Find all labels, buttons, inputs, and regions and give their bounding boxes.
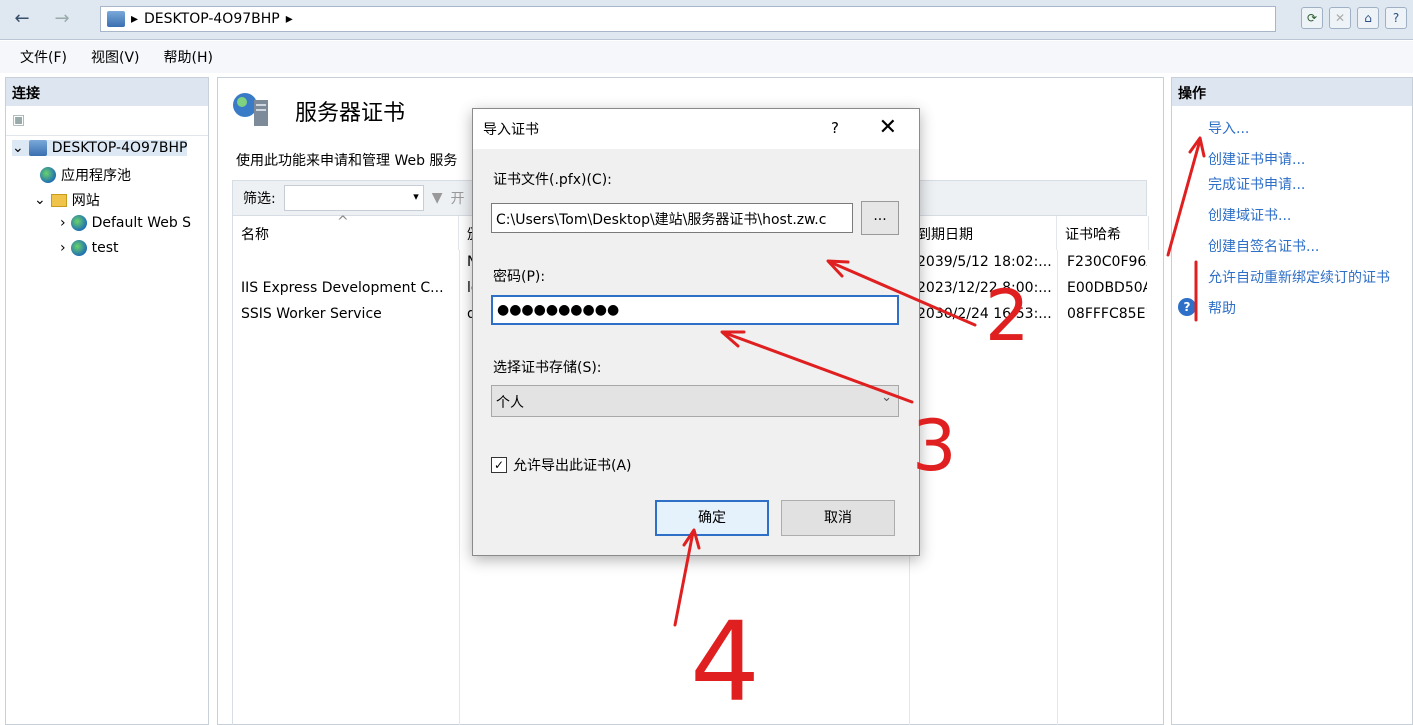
dialog-title: 导入证书 [483, 122, 539, 138]
page-description: 使用此功能来申请和管理 Web 服务 [236, 153, 458, 169]
dropdown-icon[interactable]: ▾ [413, 190, 419, 203]
file-label: 证书文件(.pfx)(C): [493, 172, 612, 188]
action-allow-rebind[interactable]: 允许自动重新绑定续订的证书 [1208, 267, 1390, 287]
chevron-right-icon: ▸ [285, 11, 293, 27]
tree-item-sites[interactable]: ⌄ 网站 [34, 190, 100, 210]
table-cell[interactable]: SSIS Worker Service [241, 306, 455, 322]
menu-help[interactable]: 帮助(H) [164, 47, 213, 67]
allow-export-checkbox[interactable]: ✓ [491, 457, 507, 473]
menu-bar: 文件(F) 视图(V) 帮助(H) [0, 41, 1413, 73]
actions-panel: 操作 导入... 创建证书申请... 完成证书申请... 创建域证书... 创建… [1171, 77, 1413, 725]
action-help[interactable]: 帮助 [1208, 298, 1236, 318]
table-cell: 2030/2/24 16:53:... [917, 306, 1052, 322]
action-complete-request[interactable]: 完成证书申请... [1208, 174, 1305, 194]
table-cell[interactable]: IIS Express Development C... [241, 280, 455, 296]
connections-title: 连接 [6, 78, 208, 106]
filter-go-icon[interactable]: ▼ [432, 190, 443, 206]
filter-input[interactable]: ▾ [283, 185, 424, 211]
globe-icon [70, 215, 87, 231]
password-label: 密码(P): [493, 269, 546, 285]
tree-label: Default Web S [91, 215, 192, 231]
back-button[interactable]: ← [4, 6, 40, 32]
tree-item-test[interactable]: › test [60, 240, 119, 256]
app-pool-icon [40, 167, 56, 183]
chevron-right-icon[interactable]: › [60, 240, 66, 256]
action-create-self-signed[interactable]: 创建自签名证书... [1208, 236, 1319, 256]
actions-title: 操作 [1172, 78, 1412, 106]
tree-label: DESKTOP-4O97BHP [51, 140, 188, 156]
page-title: 服务器证书 [295, 101, 406, 126]
connect-icon[interactable]: ▣ [12, 112, 25, 128]
refresh-icon[interactable]: ⟳ [1301, 7, 1323, 29]
expand-icon[interactable]: ⌄ [34, 192, 46, 208]
column-header-expiry[interactable]: 到期日期 [909, 216, 1057, 250]
tree-label: 网站 [71, 193, 100, 209]
address-segment[interactable]: DESKTOP-4O97BHP [144, 11, 280, 27]
column-header-hash[interactable]: 证书哈希 [1057, 216, 1149, 250]
table-cell: F230C0F96A [1067, 254, 1147, 270]
import-certificate-dialog: 导入证书 ? ✕ 证书文件(.pfx)(C): C:\Users\Tom\Des… [472, 108, 920, 556]
help-icon: ? [1178, 298, 1196, 316]
column-divider [459, 250, 460, 725]
menu-view[interactable]: 视图(V) [91, 47, 140, 67]
menu-file[interactable]: 文件(F) [20, 47, 67, 67]
expand-icon[interactable]: ⌄ [12, 140, 24, 156]
home-icon[interactable]: ⌂ [1357, 7, 1379, 29]
store-label: 选择证书存储(S): [493, 360, 602, 376]
allow-export-row[interactable]: ✓ 允许导出此证书(A) [491, 455, 632, 475]
tree-item-default-site[interactable]: › Default Web S [60, 215, 191, 231]
ok-button[interactable]: 确定 [655, 500, 769, 536]
dialog-help-button[interactable]: ? [831, 119, 839, 137]
help-icon[interactable]: ? [1385, 7, 1407, 29]
folder-icon [50, 193, 67, 207]
chevron-right-icon: ▸ [131, 11, 139, 27]
tree-item-app-pools[interactable]: 应用程序池 [40, 165, 131, 185]
dialog-close-button[interactable]: ✕ [879, 115, 897, 140]
action-import[interactable]: 导入... [1208, 118, 1249, 138]
store-value: 个人 [496, 395, 524, 411]
table-cell: 2039/5/12 18:02:... [917, 254, 1052, 270]
server-icon [107, 11, 125, 27]
chevron-right-icon[interactable]: › [60, 215, 66, 231]
column-label: 名称 [241, 227, 269, 243]
connections-panel: 连接 ▣ ⌄ DESKTOP-4O97BHP 应用程序池 ⌄ 网站 › Defa… [5, 77, 209, 725]
chevron-down-icon: ⌄ [881, 390, 892, 405]
certificate-file-input[interactable]: C:\Users\Tom\Desktop\建站\服务器证书\host.zw.c [491, 203, 853, 233]
filter-go-button[interactable]: 开 [451, 188, 465, 208]
action-create-request[interactable]: 创建证书申请... [1208, 149, 1305, 169]
tree-item-server[interactable]: ⌄ DESKTOP-4O97BHP [12, 140, 188, 156]
server-icon [28, 140, 47, 156]
browse-button[interactable]: ... [861, 201, 899, 235]
allow-export-label: 允许导出此证书(A) [513, 458, 632, 474]
globe-icon [70, 240, 87, 256]
certificate-server-icon [233, 93, 268, 126]
table-cell: 08FFFC85E1 [1067, 306, 1147, 322]
password-input[interactable]: ●●●●●●●●●● [491, 295, 899, 325]
column-divider [1057, 250, 1058, 725]
address-bar[interactable]: ▸ DESKTOP-4O97BHP ▸ [100, 6, 1276, 32]
table-cell: E00DBD50A [1067, 280, 1147, 296]
forward-button[interactable]: → [44, 6, 80, 32]
table-cell: 2023/12/22 8:00:... [917, 280, 1052, 296]
tree-label: 应用程序池 [61, 168, 131, 184]
address-toolbar: ← → ▸ DESKTOP-4O97BHP ▸ ⟳ ✕ ⌂ ? [0, 0, 1413, 40]
dialog-titlebar: 导入证书 ? ✕ [473, 109, 919, 149]
filter-label: 筛选: [243, 191, 276, 207]
sort-icon: ^ [337, 214, 349, 230]
action-create-domain-cert[interactable]: 创建域证书... [1208, 205, 1291, 225]
stop-icon[interactable]: ✕ [1329, 7, 1351, 29]
connections-toolbar: ▣ [6, 106, 208, 136]
tree-label: test [91, 240, 119, 256]
column-header-name[interactable]: 名称 ^ [233, 214, 459, 250]
certificate-store-select[interactable]: 个人 ⌄ [491, 385, 899, 417]
cancel-button[interactable]: 取消 [781, 500, 895, 536]
